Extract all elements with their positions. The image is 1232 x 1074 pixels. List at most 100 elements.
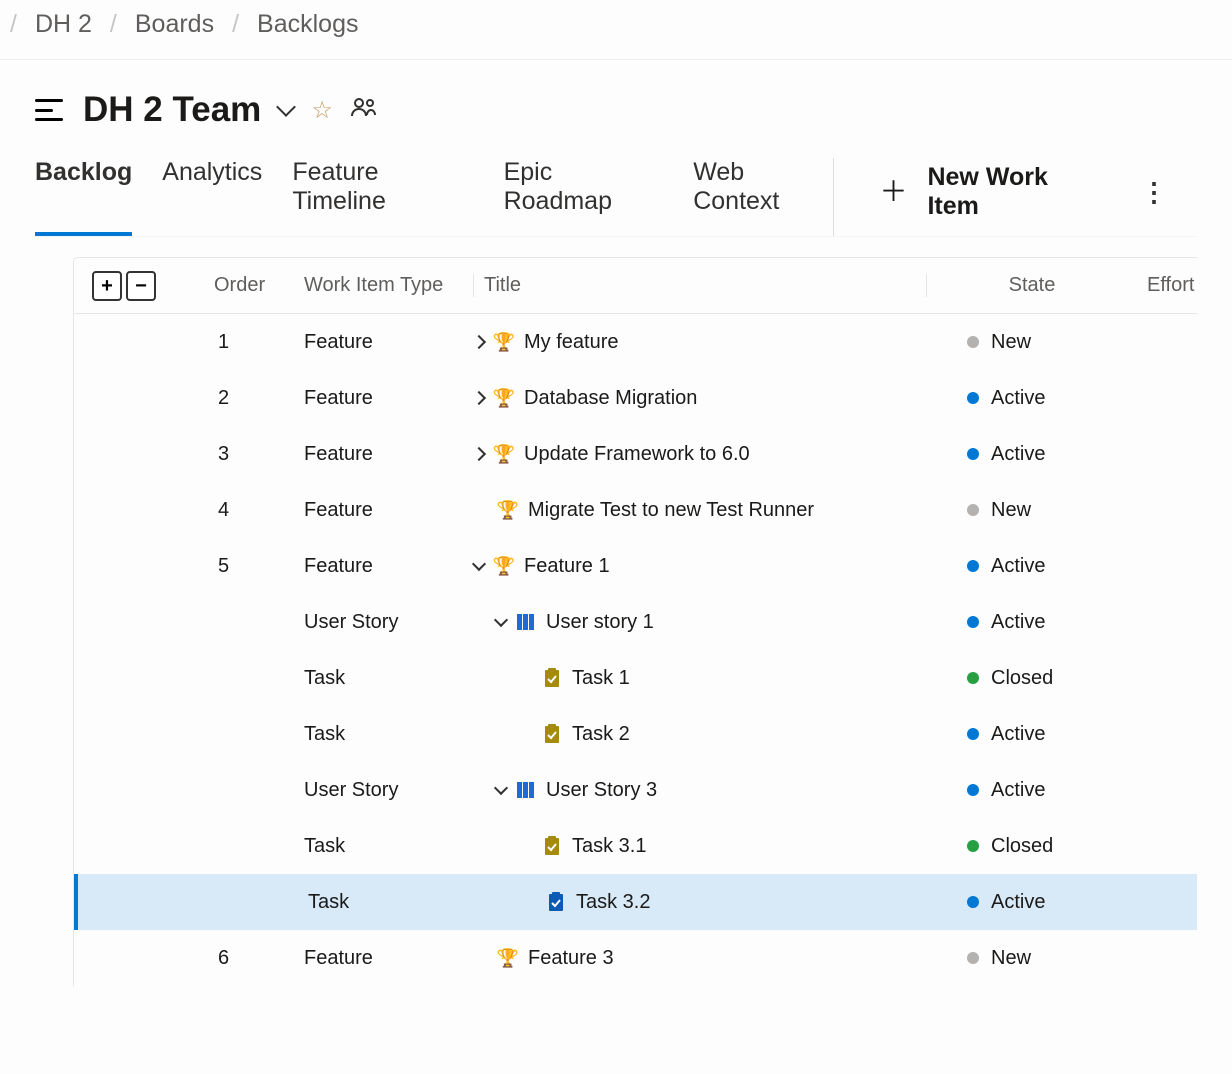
column-title[interactable]: Title: [474, 274, 927, 297]
row-state: Active: [927, 611, 1137, 634]
breadcrumb-item[interactable]: Backlogs: [257, 10, 358, 39]
breadcrumb-sep: /: [10, 10, 17, 39]
row-title[interactable]: Task 2: [572, 723, 630, 746]
chevron-down-icon[interactable]: [472, 556, 486, 570]
table-row[interactable]: 6Feature🏆Feature 3New: [74, 930, 1197, 986]
book-icon: [516, 780, 536, 800]
column-order[interactable]: Order: [214, 274, 304, 297]
state-label: Active: [991, 555, 1045, 578]
grid-header: + − Order Work Item Type Title State Eff…: [74, 258, 1197, 314]
row-state: Active: [927, 723, 1137, 746]
row-type: Task: [304, 723, 474, 746]
row-title-cell: User Story 3: [474, 779, 927, 802]
chevron-right-icon[interactable]: [472, 391, 486, 405]
column-state[interactable]: State: [927, 274, 1137, 297]
row-state: Active: [927, 443, 1137, 466]
table-row[interactable]: TaskTask 3.2Active: [74, 874, 1197, 930]
state-label: New: [991, 331, 1031, 354]
trophy-icon: 🏆: [498, 500, 518, 520]
state-label: Closed: [991, 667, 1053, 690]
book-icon: [516, 612, 536, 632]
team-picker-title[interactable]: DH 2 Team: [83, 90, 261, 130]
row-state: New: [927, 947, 1137, 970]
row-type: Task: [308, 891, 478, 914]
backlog-level-icon[interactable]: [35, 99, 63, 121]
chevron-down-icon[interactable]: [494, 612, 508, 626]
row-title[interactable]: Update Framework to 6.0: [524, 443, 750, 466]
row-type: Feature: [304, 331, 474, 354]
clipboard-icon: [542, 668, 562, 688]
row-title-cell: 🏆My feature: [474, 331, 927, 354]
state-label: Closed: [991, 835, 1053, 858]
tab-backlog[interactable]: Backlog: [35, 158, 132, 236]
row-order: 5: [214, 555, 304, 578]
row-title-cell: 🏆 Database Migration: [474, 387, 927, 410]
more-icon[interactable]: ⋮: [1141, 177, 1197, 208]
table-row[interactable]: User Story User Story 3 Active: [74, 762, 1197, 818]
tab-feature-timeline[interactable]: Feature Timeline: [292, 158, 473, 236]
row-type: User Story: [304, 779, 474, 802]
row-state: Closed: [927, 835, 1137, 858]
state-label: Active: [991, 779, 1045, 802]
state-dot-icon: [967, 952, 979, 964]
row-state: Active: [927, 387, 1137, 410]
state-dot-icon: [967, 448, 979, 460]
row-title[interactable]: My feature: [524, 331, 618, 354]
plus-icon: ＋: [879, 178, 907, 206]
tab-epic-roadmap[interactable]: Epic Roadmap: [504, 158, 664, 236]
trophy-icon: 🏆: [494, 388, 514, 408]
table-row[interactable]: Task Task 2 Active: [74, 706, 1197, 762]
chevron-right-icon[interactable]: [472, 447, 486, 461]
new-work-item-button[interactable]: ＋ New Work Item: [879, 163, 1101, 221]
tab-analytics[interactable]: Analytics: [162, 158, 262, 236]
row-title-cell: Task 2: [474, 723, 927, 746]
state-dot-icon: [967, 504, 979, 516]
column-effort[interactable]: Effort: [1137, 274, 1197, 297]
row-title[interactable]: Task 1: [572, 667, 630, 690]
row-title-cell: Task 3.2: [478, 891, 927, 914]
row-state: New: [927, 499, 1137, 522]
row-title[interactable]: Migrate Test to new Test Runner: [528, 499, 814, 522]
collapse-all-button[interactable]: −: [126, 271, 156, 301]
trophy-icon: 🏆: [494, 556, 514, 576]
row-type: Feature: [304, 555, 474, 578]
table-row[interactable]: 5Feature 🏆 Feature 1 Active: [74, 538, 1197, 594]
breadcrumb-sep: /: [232, 10, 239, 39]
table-row[interactable]: TaskTask 3.1Closed: [74, 818, 1197, 874]
row-order: 3: [214, 443, 304, 466]
row-title[interactable]: Database Migration: [524, 387, 697, 410]
row-order: 2: [214, 387, 304, 410]
breadcrumb-item[interactable]: Boards: [135, 10, 214, 39]
trophy-icon: 🏆: [498, 948, 518, 968]
breadcrumb-sep: /: [110, 10, 117, 39]
state-label: Active: [991, 611, 1045, 634]
row-type: Task: [304, 667, 474, 690]
expand-all-button[interactable]: +: [92, 271, 122, 301]
column-type[interactable]: Work Item Type: [304, 274, 474, 297]
row-order: 4: [214, 499, 304, 522]
row-title[interactable]: Feature 1: [524, 555, 610, 578]
row-title[interactable]: Feature 3: [528, 947, 614, 970]
chevron-down-icon[interactable]: [276, 97, 296, 117]
row-title[interactable]: Task 3.1: [572, 835, 646, 858]
new-work-item-label: New Work Item: [927, 163, 1101, 221]
state-label: Active: [991, 387, 1045, 410]
favorite-icon[interactable]: ☆: [311, 96, 333, 125]
table-row[interactable]: Task Task 1 Closed: [74, 650, 1197, 706]
row-title[interactable]: User Story 3: [546, 779, 657, 802]
trophy-icon: 🏆: [494, 444, 514, 464]
table-row[interactable]: 4Feature🏆Migrate Test to new Test Runner…: [74, 482, 1197, 538]
row-title[interactable]: Task 3.2: [576, 891, 650, 914]
chevron-down-icon[interactable]: [494, 780, 508, 794]
table-row[interactable]: User StoryUser story 1Active: [74, 594, 1197, 650]
breadcrumb-item[interactable]: DH 2: [35, 10, 92, 39]
row-title[interactable]: User story 1: [546, 611, 654, 634]
row-type: Feature: [304, 443, 474, 466]
table-row[interactable]: 1Feature🏆My featureNew: [74, 314, 1197, 370]
table-row[interactable]: 2Feature🏆Database MigrationActive: [74, 370, 1197, 426]
tab-web-context[interactable]: Web Context: [693, 158, 833, 236]
chevron-right-icon[interactable]: [472, 335, 486, 349]
table-row[interactable]: 3Feature 🏆 Update Framework to 6.0 Active: [74, 426, 1197, 482]
people-icon[interactable]: [351, 97, 377, 123]
state-dot-icon: [967, 560, 979, 572]
